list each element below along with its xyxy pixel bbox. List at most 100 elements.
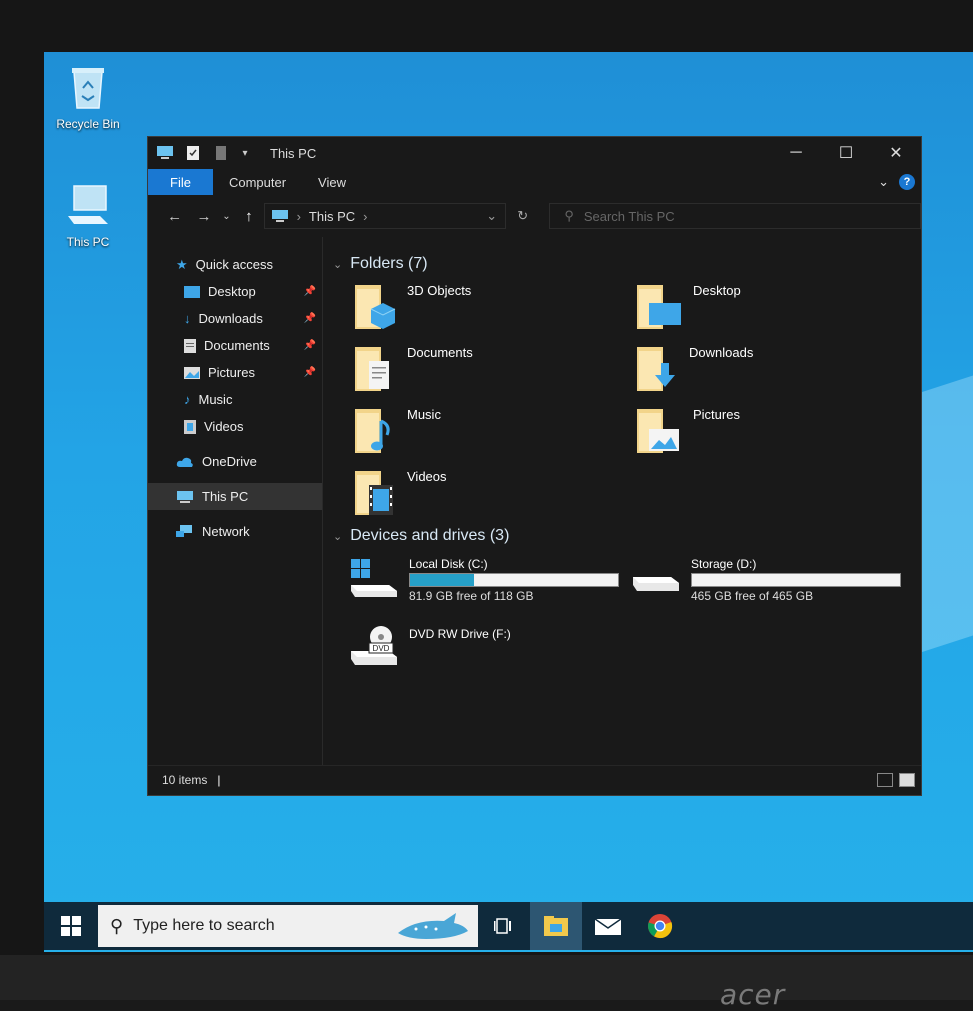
- monitor-bezel-bottom: [0, 955, 973, 1000]
- collapse-chevron-icon[interactable]: ⌄: [333, 530, 342, 543]
- taskbar-file-explorer[interactable]: [530, 902, 582, 950]
- properties-icon[interactable]: [184, 145, 202, 161]
- help-icon[interactable]: ?: [899, 174, 915, 190]
- refresh-icon[interactable]: ↻: [506, 208, 539, 224]
- nav-label: Documents: [204, 338, 270, 353]
- taskbar: ⚲ Type here to search: [44, 902, 973, 950]
- nav-pictures[interactable]: Pictures 📌: [148, 359, 322, 386]
- details-view-icon[interactable]: [877, 772, 893, 787]
- breadcrumb-this-pc[interactable]: This PC: [309, 209, 355, 224]
- desktop-icon-label: Recycle Bin: [56, 117, 120, 131]
- pin-icon[interactable]: 📌: [304, 286, 316, 297]
- drive-local-disk-c[interactable]: Local Disk (C:) 81.9 GB free of 118 GB: [349, 555, 631, 613]
- nav-network[interactable]: Network: [148, 518, 322, 545]
- network-icon: [176, 524, 192, 537]
- folder-3d-objects[interactable]: 3D Objects: [353, 283, 635, 333]
- pictures-folder-icon: [637, 409, 679, 453]
- tab-file[interactable]: File: [148, 169, 213, 195]
- ribbon-tabs: File Computer View ⌄ ?: [148, 169, 921, 195]
- computer-icon: [68, 185, 108, 224]
- group-title: Folders (7): [350, 255, 428, 272]
- nav-label: Desktop: [208, 284, 256, 299]
- text-cursor: |: [217, 772, 221, 787]
- content-pane: ⌄ Folders (7) 3D Objects Desktop Documen…: [323, 237, 921, 765]
- desktop-icon-this-pc[interactable]: This PC: [48, 184, 128, 249]
- drive-usage-fill: [410, 574, 475, 586]
- drives-group-header[interactable]: ⌄ Devices and drives (3): [331, 521, 921, 551]
- pin-icon[interactable]: 📌: [304, 313, 316, 324]
- folder-label: Downloads: [689, 345, 754, 360]
- nav-videos[interactable]: Videos: [148, 413, 322, 440]
- search-icon: ⚲: [110, 915, 124, 936]
- pin-icon[interactable]: 📌: [304, 367, 316, 378]
- drive-usage-bar: [691, 573, 901, 587]
- large-icons-view-icon[interactable]: [899, 772, 915, 787]
- mail-icon: [595, 918, 621, 935]
- search-icon: ⚲: [564, 208, 574, 223]
- folder-pictures[interactable]: Pictures: [635, 407, 917, 457]
- maximize-button[interactable]: ☐: [821, 137, 871, 169]
- download-arrow-icon: ↓: [184, 311, 191, 326]
- whale-shark-icon: [398, 913, 468, 939]
- tab-computer[interactable]: Computer: [213, 169, 302, 195]
- pin-icon[interactable]: 📌: [304, 340, 316, 351]
- start-button[interactable]: [44, 902, 98, 950]
- music-note-icon: ♪: [184, 392, 191, 407]
- nav-quick-access[interactable]: ★ Quick access: [148, 251, 322, 278]
- folder-videos[interactable]: Videos: [353, 469, 635, 519]
- drive-dvd-rw-f[interactable]: DVD DVD RW Drive (F:): [349, 625, 631, 683]
- nav-label: Pictures: [208, 365, 255, 380]
- monitor-brand-logo: acer: [720, 978, 786, 1011]
- desktop: Recycle Bin This PC ▾ This PC ─ ☐ ✕ File…: [44, 52, 973, 952]
- folder-label: Documents: [407, 345, 473, 360]
- folder-documents[interactable]: Documents: [353, 345, 635, 395]
- video-icon: [184, 419, 196, 434]
- svg-text:DVD: DVD: [373, 644, 390, 653]
- documents-folder-icon: [355, 347, 389, 391]
- forward-arrow-icon[interactable]: →: [189, 208, 218, 225]
- nav-this-pc[interactable]: This PC: [148, 483, 322, 510]
- expand-ribbon-chevron-icon[interactable]: ⌄: [878, 174, 889, 190]
- tab-view[interactable]: View: [302, 169, 362, 195]
- up-arrow-icon[interactable]: ↑: [234, 208, 263, 225]
- back-arrow-icon[interactable]: ←: [160, 208, 189, 225]
- folder-label: 3D Objects: [407, 283, 472, 298]
- nav-desktop[interactable]: Desktop 📌: [148, 278, 322, 305]
- drive-name: Local Disk (C:): [409, 557, 488, 571]
- folder-desktop[interactable]: Desktop: [635, 283, 917, 333]
- folder-downloads[interactable]: Downloads: [635, 345, 917, 395]
- close-button[interactable]: ✕: [871, 137, 921, 169]
- new-folder-icon[interactable]: [212, 145, 230, 161]
- taskbar-mail[interactable]: [582, 902, 634, 950]
- chrome-icon: [648, 914, 673, 939]
- drives-grid: Local Disk (C:) 81.9 GB free of 118 GB S…: [331, 555, 921, 683]
- taskbar-chrome[interactable]: [634, 902, 686, 950]
- nav-onedrive[interactable]: OneDrive: [148, 448, 322, 475]
- drive-storage-d[interactable]: Storage (D:) 465 GB free of 465 GB: [631, 555, 913, 613]
- folders-group-header[interactable]: ⌄ Folders (7): [331, 249, 921, 279]
- recent-locations-chevron-icon[interactable]: ⌄: [219, 211, 235, 222]
- address-bar[interactable]: › This PC › ⌄: [263, 203, 507, 229]
- desktop-icon-recycle-bin[interactable]: Recycle Bin: [48, 64, 128, 131]
- computer-icon: [177, 490, 193, 503]
- task-view-button[interactable]: [478, 902, 530, 950]
- collapse-chevron-icon[interactable]: ⌄: [333, 258, 342, 271]
- minimize-button[interactable]: ─: [771, 137, 821, 169]
- 3d-objects-folder-icon: [355, 285, 396, 329]
- breadcrumb-separator-icon: ›: [363, 208, 368, 224]
- nav-documents[interactable]: Documents 📌: [148, 332, 322, 359]
- cloud-icon: [176, 457, 193, 467]
- taskbar-search-placeholder: Type here to search: [133, 917, 275, 934]
- search-box[interactable]: ⚲ Search This PC: [549, 203, 921, 229]
- address-dropdown-chevron-icon[interactable]: ⌄: [486, 208, 497, 224]
- folder-music[interactable]: Music: [353, 407, 635, 457]
- folder-label: Pictures: [693, 407, 740, 422]
- taskbar-search-box[interactable]: ⚲ Type here to search: [98, 905, 478, 947]
- customize-quick-access-icon[interactable]: ▾: [240, 145, 250, 161]
- drive-name: Storage (D:): [691, 557, 757, 571]
- recycle-bin-icon: [72, 68, 104, 109]
- nav-label: OneDrive: [202, 454, 257, 469]
- nav-downloads[interactable]: ↓ Downloads 📌: [148, 305, 322, 332]
- folder-label: Music: [407, 407, 441, 422]
- nav-music[interactable]: ♪ Music: [148, 386, 322, 413]
